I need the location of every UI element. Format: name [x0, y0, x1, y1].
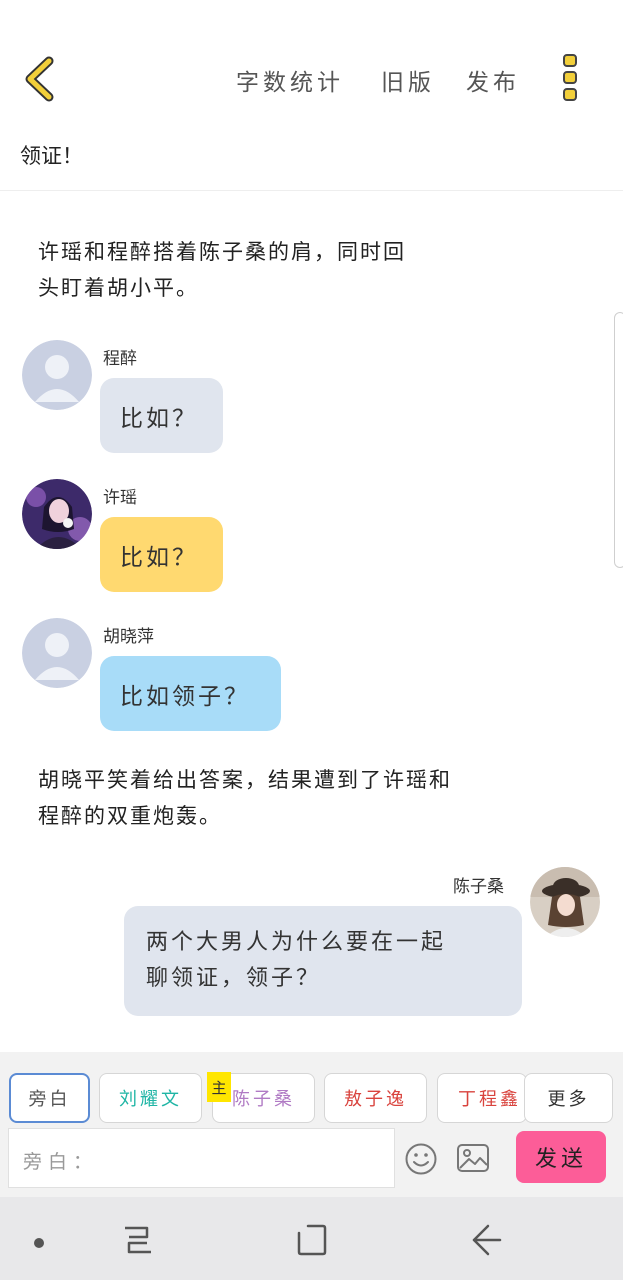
recent-apps-button[interactable]: [121, 1224, 155, 1260]
more-characters-button[interactable]: 更多: [524, 1073, 613, 1123]
character-label: 刘耀文: [119, 1089, 182, 1110]
smiley-icon: [405, 1143, 437, 1175]
speaker-name: 程醉: [103, 349, 137, 369]
narration-line: 程醉的双重炮轰。: [38, 804, 222, 828]
narration-block-1[interactable]: 许瑶和程醉搭着陈子桑的肩，同时回 头盯着胡小平。: [38, 234, 406, 306]
home-button[interactable]: [296, 1223, 328, 1261]
more-vertical-icon: [563, 54, 577, 101]
character-tab-dingchengxin[interactable]: 丁程鑫: [437, 1073, 527, 1123]
girl-photo-avatar: [22, 479, 92, 549]
message-line: 聊领证，领子？: [146, 966, 322, 991]
home-square-icon: [297, 1224, 327, 1256]
speaker-name: 胡晓萍: [103, 627, 154, 647]
character-label: 陈子桑: [232, 1089, 295, 1110]
send-button[interactable]: 发送: [516, 1131, 606, 1183]
character-tab-aoziyi[interactable]: 敖子逸: [324, 1073, 427, 1123]
message-text: 比如？: [120, 544, 198, 571]
system-nav-bar: [0, 1197, 623, 1280]
word-count-button[interactable]: 字数统计: [236, 63, 344, 97]
narration-line: 胡晓平笑着给出答案，结果遭到了许瑶和: [38, 768, 452, 792]
nav-back-arrow-icon: [472, 1224, 502, 1256]
narration-line: 许瑶和程醉搭着陈子桑的肩，同时回: [38, 240, 406, 264]
avatar-huxiaoping[interactable]: [22, 618, 92, 688]
message-text: 比如？: [120, 405, 198, 432]
old-version-button[interactable]: 旧版: [381, 63, 435, 97]
message-bubble[interactable]: 比如领子？: [100, 656, 281, 731]
image-icon: [457, 1144, 489, 1172]
girl-hat-photo-avatar: [530, 867, 600, 937]
character-label: 旁白: [28, 1089, 71, 1110]
message-bubble[interactable]: 比如？: [100, 517, 223, 592]
message-bubble[interactable]: 比如？: [100, 378, 223, 453]
avatar-chengzui[interactable]: [22, 340, 92, 410]
send-label: 发送: [534, 1147, 587, 1172]
back-button[interactable]: [20, 55, 64, 103]
more-menu-button[interactable]: [561, 52, 585, 104]
system-back-button[interactable]: [470, 1222, 504, 1262]
character-tab-liuyaowen[interactable]: 刘耀文: [99, 1073, 202, 1123]
speaker-name: 许瑶: [103, 488, 137, 508]
message-line: 两个大男人为什么要在一起: [146, 930, 447, 955]
nav-dot-icon: [34, 1238, 44, 1248]
message-text: 比如领子？: [120, 683, 250, 710]
character-label: 丁程鑫: [458, 1089, 521, 1110]
main-character-badge: 主: [207, 1072, 231, 1102]
narration-line: 头盯着胡小平。: [38, 276, 199, 300]
recent-apps-icon: [125, 1226, 151, 1254]
publish-button[interactable]: 发布: [466, 63, 520, 97]
narration-block-2[interactable]: 胡晓平笑着给出答案，结果遭到了许瑶和 程醉的双重炮轰。: [38, 762, 452, 834]
top-bar: 字数统计 旧版 发布: [0, 0, 623, 130]
chapter-title[interactable]: 领证！: [20, 140, 83, 170]
nav-dot-button[interactable]: [33, 1234, 45, 1253]
message-input[interactable]: 旁白：: [8, 1128, 395, 1188]
character-tab-narrator[interactable]: 旁白: [9, 1073, 90, 1123]
avatar-chenzisang[interactable]: [530, 867, 600, 937]
default-avatar-icon: [22, 340, 92, 410]
message-text: 两个大男人为什么要在一起 聊领证，领子？: [146, 925, 446, 997]
emoji-button[interactable]: [404, 1142, 438, 1180]
header-divider: [0, 190, 623, 191]
default-avatar-icon: [22, 618, 92, 688]
image-button[interactable]: [456, 1143, 490, 1177]
scroll-handle[interactable]: [614, 312, 623, 568]
avatar-xuyao[interactable]: [22, 479, 92, 549]
more-label: 更多: [547, 1089, 590, 1110]
chevron-left-icon: [25, 56, 54, 102]
message-bubble[interactable]: 两个大男人为什么要在一起 聊领证，领子？: [124, 906, 522, 1016]
speaker-name: 陈子桑: [453, 877, 504, 897]
character-label: 敖子逸: [344, 1089, 407, 1110]
input-placeholder: 旁白：: [23, 1151, 99, 1173]
